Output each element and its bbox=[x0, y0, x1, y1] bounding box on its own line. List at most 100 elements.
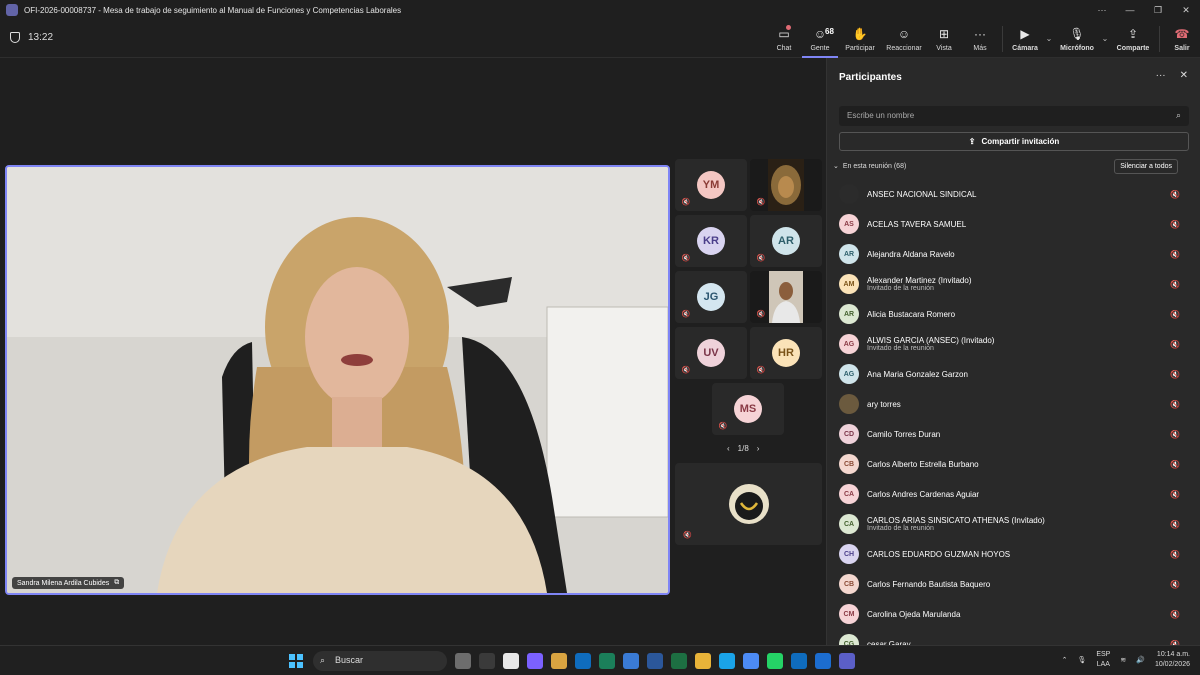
active-speaker-video[interactable]: Sandra Milena Ardila Cubides ⧉ bbox=[5, 165, 670, 595]
chat-label: Chat bbox=[776, 45, 792, 52]
mic-muted-icon[interactable]: 🔇 bbox=[1169, 428, 1181, 440]
more-button[interactable]: ··· Más bbox=[962, 20, 998, 58]
more-options-icon[interactable]: ··· bbox=[1156, 70, 1166, 81]
participant-row[interactable]: AS ACELAS TAVERA SAMUEL 🔇 bbox=[827, 209, 1200, 239]
taskbar-app-icon[interactable] bbox=[623, 653, 639, 669]
participant-tile[interactable]: YM 🔇 bbox=[675, 159, 747, 211]
participant-row[interactable]: AG ALWIS GARCIA (ANSEC) (Invitado) Invitad… bbox=[827, 329, 1200, 359]
participant-row[interactable]: CG cesar Garay 🔇 bbox=[827, 629, 1200, 645]
participant-info: Carolina Ojeda Marulanda bbox=[867, 610, 960, 619]
language-indicator[interactable]: ESP LAA bbox=[1096, 650, 1110, 670]
react-button[interactable]: ☺ Reaccionar bbox=[882, 20, 926, 58]
microphone-tray-icon[interactable]: 🎙 bbox=[1077, 656, 1086, 664]
participant-row[interactable]: ANSEC NACIONAL SINDICAL 🔇 bbox=[827, 179, 1200, 209]
participant-info: ACELAS TAVERA SAMUEL bbox=[867, 220, 966, 229]
taskbar-app-icon[interactable] bbox=[815, 653, 831, 669]
taskbar-app-icon[interactable] bbox=[455, 653, 471, 669]
mic-muted-icon[interactable]: 🔇 bbox=[1169, 518, 1181, 530]
participant-tile[interactable]: HR 🔇 bbox=[750, 327, 822, 379]
mic-muted-icon[interactable]: 🔇 bbox=[1169, 488, 1181, 500]
participant-row[interactable]: CD Camilo Torres Duran 🔇 bbox=[827, 419, 1200, 449]
mic-muted-icon[interactable]: 🔇 bbox=[1169, 218, 1181, 230]
participant-row[interactable]: CA CARLOS ARIAS SINSICATO ATHENAS (Invita… bbox=[827, 509, 1200, 539]
participant-row[interactable]: AR Alejandra Aldana Ravelo 🔇 bbox=[827, 239, 1200, 269]
taskbar-app-icon[interactable] bbox=[839, 653, 855, 669]
mic-muted-icon[interactable]: 🔇 bbox=[1169, 248, 1181, 260]
participant-tile[interactable]: MS 🔇 bbox=[712, 383, 784, 435]
mic-muted-icon[interactable]: 🔇 bbox=[1169, 278, 1181, 290]
participant-tile[interactable]: AR 🔇 bbox=[750, 215, 822, 267]
taskbar-app-icon[interactable] bbox=[791, 653, 807, 669]
mic-muted-icon[interactable]: 🔇 bbox=[1169, 398, 1181, 410]
participant-row[interactable]: CB Carlos Alberto Estrella Burbano 🔇 bbox=[827, 449, 1200, 479]
mic-muted-icon[interactable]: 🔇 bbox=[1169, 458, 1181, 470]
mic-muted-icon: 🔇 bbox=[681, 367, 691, 374]
participant-info: Alexander Martinez (Invitado) Invitado de… bbox=[867, 276, 972, 292]
taskbar-app-icon[interactable] bbox=[599, 653, 615, 669]
share-invite-button[interactable]: ⇪ Compartir invitación bbox=[839, 132, 1189, 151]
taskbar-app-icon[interactable] bbox=[479, 653, 495, 669]
self-view-tile[interactable]: 🔇 bbox=[675, 463, 822, 545]
wifi-icon[interactable]: ≋ bbox=[1120, 656, 1126, 664]
taskbar-search[interactable]: ⌕ Buscar bbox=[313, 651, 447, 671]
participant-row[interactable]: ary torres 🔇 bbox=[827, 389, 1200, 419]
participant-tile[interactable]: 🔇 bbox=[750, 159, 822, 211]
taskbar-app-icon[interactable] bbox=[551, 653, 567, 669]
taskbar-app-icon[interactable] bbox=[503, 653, 519, 669]
raise-hand-button[interactable]: ✋ Participar bbox=[838, 20, 882, 58]
taskbar-app-icon[interactable] bbox=[575, 653, 591, 669]
mic-options-chevron-icon[interactable]: ⌄ bbox=[1099, 20, 1111, 43]
start-button[interactable] bbox=[289, 654, 303, 668]
taskbar-app-icon[interactable] bbox=[719, 653, 735, 669]
chat-button[interactable]: ▭ Chat bbox=[766, 20, 802, 58]
participant-role: Invitado de la reunión bbox=[867, 525, 934, 532]
microphone-button[interactable]: 🎙 Micrófono bbox=[1055, 20, 1099, 58]
share-button[interactable]: ⇪ Comparte bbox=[1111, 20, 1155, 58]
taskbar-app-icon[interactable] bbox=[695, 653, 711, 669]
mic-muted-icon[interactable]: 🔇 bbox=[1169, 188, 1181, 200]
volume-icon[interactable]: 🔊 bbox=[1136, 656, 1145, 664]
view-button[interactable]: ⊞ Vista bbox=[926, 20, 962, 58]
participant-tile[interactable]: KR 🔇 bbox=[675, 215, 747, 267]
participant-row[interactable]: CB Carlos Fernando Bautista Baquero 🔇 bbox=[827, 569, 1200, 599]
mic-muted-icon[interactable]: 🔇 bbox=[1169, 638, 1181, 646]
taskbar-app-icon[interactable] bbox=[767, 653, 783, 669]
prev-page-icon[interactable]: ‹ bbox=[727, 444, 730, 453]
in-meeting-section-toggle[interactable]: ⌄ En esta reunión (68) bbox=[833, 162, 906, 171]
mic-muted-icon[interactable]: 🔇 bbox=[1169, 578, 1181, 590]
close-icon[interactable]: ✕ bbox=[1180, 70, 1188, 81]
participant-search-input[interactable]: Escribe un nombre ⌕ bbox=[839, 106, 1189, 126]
participant-row[interactable]: AR Alicia Bustacara Romero 🔇 bbox=[827, 299, 1200, 329]
more-options-icon[interactable]: ··· bbox=[1088, 0, 1116, 20]
minimize-button[interactable]: — bbox=[1116, 0, 1144, 20]
taskbar-app-icon[interactable] bbox=[527, 653, 543, 669]
toolbar-separator bbox=[1159, 26, 1160, 52]
participant-row[interactable]: AM Alexander Martinez (Invitado) Invitado … bbox=[827, 269, 1200, 299]
mic-muted-icon[interactable]: 🔇 bbox=[1169, 368, 1181, 380]
chevron-up-icon[interactable]: ⌃ bbox=[1062, 656, 1068, 664]
mic-muted-icon[interactable]: 🔇 bbox=[1169, 338, 1181, 350]
leave-button[interactable]: ☎ Salir bbox=[1164, 20, 1200, 58]
taskbar-app-icon[interactable] bbox=[647, 653, 663, 669]
participant-row[interactable]: CA Carlos Andres Cardenas Aguiar 🔇 bbox=[827, 479, 1200, 509]
participant-tile[interactable]: 🔇 bbox=[750, 271, 822, 323]
participant-row[interactable]: AG Ana Maria Gonzalez Garzon 🔇 bbox=[827, 359, 1200, 389]
mic-muted-icon[interactable]: 🔇 bbox=[1169, 308, 1181, 320]
clock[interactable]: 10:14 a.m. 10/02/2026 bbox=[1155, 650, 1190, 670]
participant-tile[interactable]: UV 🔇 bbox=[675, 327, 747, 379]
taskbar-app-icon[interactable] bbox=[671, 653, 687, 669]
camera-button[interactable]: ▶ Cámara bbox=[1007, 20, 1043, 58]
avatar: CA bbox=[839, 484, 859, 504]
participant-tile[interactable]: JG 🔇 bbox=[675, 271, 747, 323]
close-window-button[interactable]: ✕ bbox=[1172, 0, 1200, 20]
mute-all-button[interactable]: Silenciar a todos bbox=[1114, 159, 1178, 174]
people-button[interactable]: ☺ 68 Gente bbox=[802, 20, 838, 58]
mic-muted-icon[interactable]: 🔇 bbox=[1169, 608, 1181, 620]
taskbar-app-icon[interactable] bbox=[743, 653, 759, 669]
participant-row[interactable]: CM Carolina Ojeda Marulanda 🔇 bbox=[827, 599, 1200, 629]
mic-muted-icon[interactable]: 🔇 bbox=[1169, 548, 1181, 560]
camera-options-chevron-icon[interactable]: ⌄ bbox=[1043, 20, 1055, 43]
participant-row[interactable]: CH CARLOS EDUARDO GUZMAN HOYOS 🔇 bbox=[827, 539, 1200, 569]
maximize-button[interactable]: ❐ bbox=[1144, 0, 1172, 20]
next-page-icon[interactable]: › bbox=[757, 444, 760, 453]
